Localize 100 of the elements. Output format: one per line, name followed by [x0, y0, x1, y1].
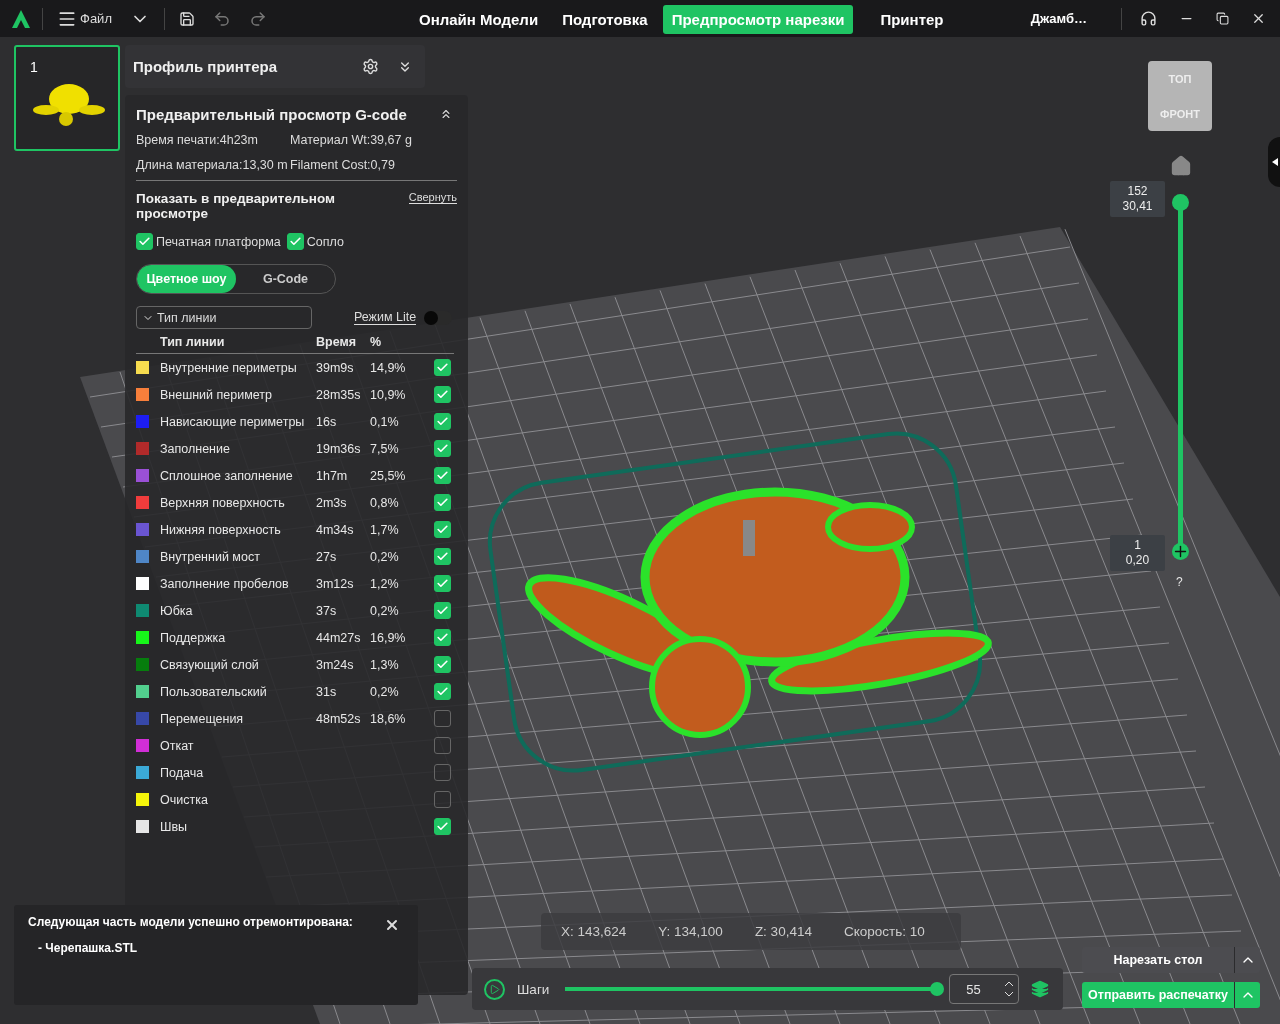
table-cell-text: Внутренние периметры [160, 359, 298, 377]
nav-tab[interactable]: Принтер [871, 5, 953, 34]
home-icon[interactable] [1170, 155, 1192, 177]
checkbox[interactable] [434, 575, 451, 592]
table-cell-text: Заполнение [160, 440, 231, 458]
coordinate-text: Z: 30,414 [754, 924, 812, 939]
checkbox[interactable] [434, 494, 451, 511]
lite-mode-link[interactable]: Режим Lite [354, 310, 417, 325]
check-icon [436, 550, 449, 563]
table-cell-text: 1,2% [370, 575, 400, 593]
check-icon [436, 523, 449, 536]
steps-input[interactable]: 55 [949, 974, 1020, 1004]
plate-thumbnail[interactable]: 1 [14, 45, 120, 151]
nav-tab[interactable]: Онлайн Модели [410, 5, 548, 34]
checkbox[interactable] [434, 737, 451, 754]
check-icon [138, 235, 151, 248]
table-cell-text: Очистка [160, 791, 209, 809]
checkbox[interactable] [136, 233, 153, 250]
cube-face-label: ФРОНТ [1160, 107, 1200, 120]
checkbox[interactable] [434, 467, 451, 484]
column-header: Время [316, 334, 357, 351]
section-title: Показать в предварительном просмотре [136, 191, 336, 221]
steps-label: Шаги [517, 981, 550, 997]
triangle-left-icon [1272, 158, 1278, 166]
table-cell-text: 2m3s [316, 494, 348, 512]
check-icon [436, 469, 449, 482]
checkbox[interactable] [434, 440, 451, 457]
line-type-dropdown[interactable]: Тип линии [136, 306, 312, 329]
stat-text: Filament Cost:0,79 [290, 158, 395, 172]
user-name[interactable]: Джамб… [1030, 11, 1087, 26]
file-menu[interactable]: Файл [53, 6, 116, 31]
checkbox[interactable] [434, 629, 451, 646]
table-cell-text: 4m34s [316, 521, 355, 539]
checkbox[interactable] [434, 683, 451, 700]
stepper-arrows-icon[interactable] [1004, 980, 1015, 998]
column-header: Тип линии [160, 334, 226, 351]
notification-item: - Черепашка.STL [38, 941, 139, 955]
slider-handle[interactable] [930, 982, 945, 996]
check-icon [436, 496, 449, 509]
checkbox[interactable] [286, 233, 304, 250]
table-cell-text: 16,9% [370, 629, 407, 647]
checkbox[interactable] [434, 791, 451, 808]
checkbox[interactable] [434, 710, 451, 727]
plate-number: 1 [30, 59, 38, 75]
checkbox[interactable] [434, 359, 451, 376]
table-cell-text: 27s [316, 548, 338, 566]
nav-tab[interactable]: Подготовка [553, 5, 657, 34]
slider-handle[interactable] [1172, 194, 1189, 211]
play-icon[interactable] [484, 978, 505, 1000]
table-cell-text: 10,9% [370, 386, 407, 404]
table-cell-text: 31s [316, 683, 338, 701]
table-cell-text: 16s [316, 413, 338, 431]
layers-icon[interactable] [1031, 980, 1050, 998]
table-cell-text: 1,7% [370, 521, 400, 539]
table-cell-text: Внутренний мост [160, 548, 261, 566]
check-icon [436, 388, 449, 401]
layer-label: 1 0,20 [1110, 535, 1165, 571]
check-icon [436, 820, 449, 833]
checkbox-label: Печатная платформа [156, 234, 281, 249]
checkbox[interactable] [434, 602, 451, 619]
table-cell-text: 19m36s [316, 440, 362, 458]
table-cell-text: 48m52s [316, 710, 362, 728]
panel-title: Предварительный просмотр G-code [136, 105, 407, 123]
table-cell-text: Швы [160, 818, 189, 836]
table-cell-text: 25,5% [370, 467, 407, 485]
collapse-link[interactable]: Свернуть [408, 191, 457, 204]
table-cell-text: Откат [160, 737, 195, 755]
view-mode-tab[interactable]: G-Code [236, 265, 335, 293]
coordinate-text: X: 143,624 [561, 924, 627, 939]
cube-face-label: ТОП [1168, 72, 1192, 85]
checkbox[interactable] [434, 521, 451, 538]
table-cell-text: 1,3% [370, 656, 400, 674]
table-cell-text: Поддержка [160, 629, 227, 647]
check-icon [288, 235, 302, 248]
check-icon [436, 604, 449, 617]
stat-text: Время печати:4h23m [136, 133, 259, 147]
table-cell-text: 39m9s [316, 359, 355, 377]
check-icon [436, 577, 449, 590]
table-cell-text: 28m35s [316, 386, 362, 404]
check-icon [436, 415, 449, 428]
table-cell-text: Связующий слой [160, 656, 260, 674]
table-cell-text: 0,2% [370, 602, 400, 620]
checkbox[interactable] [434, 548, 451, 565]
action-button[interactable]: Нарезать стол [1082, 947, 1260, 973]
check-icon [436, 658, 449, 671]
layer-label: 152 30,41 [1110, 181, 1165, 217]
table-cell-text: Пользовательский [160, 683, 268, 701]
table-cell-text: 18,6% [370, 710, 407, 728]
table-cell-text: 0,8% [370, 494, 400, 512]
table-cell-text: Заполнение пробелов [160, 575, 290, 593]
table-cell-text: Юбка [160, 602, 194, 620]
checkbox[interactable] [434, 656, 451, 673]
checkbox[interactable] [434, 818, 451, 835]
checkbox[interactable] [434, 413, 451, 430]
table-cell-text: 0,2% [370, 683, 400, 701]
checkbox[interactable] [434, 764, 451, 781]
table-cell-text: 3m24s [316, 656, 355, 674]
check-icon [436, 442, 449, 455]
table-cell-text: Верхняя поверхность [160, 494, 286, 512]
checkbox[interactable] [434, 386, 451, 403]
